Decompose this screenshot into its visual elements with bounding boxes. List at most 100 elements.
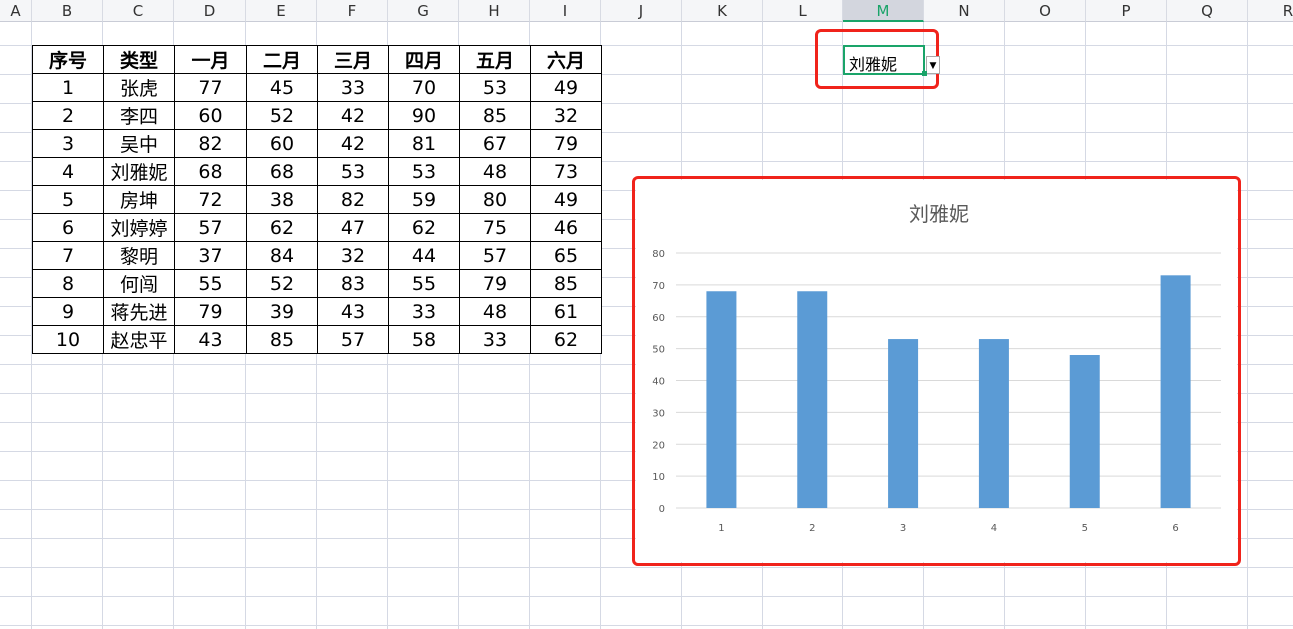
table-cell[interactable]: 82 [174, 129, 247, 158]
table-cell[interactable]: 57 [317, 325, 389, 354]
table-cell[interactable]: 83 [317, 269, 389, 298]
table-cell[interactable]: 47 [317, 213, 389, 242]
column-header-B[interactable]: B [32, 0, 103, 22]
table-cell[interactable]: 33 [459, 325, 531, 354]
table-cell[interactable]: 60 [246, 129, 318, 158]
table-cell[interactable]: 65 [530, 241, 602, 270]
table-cell[interactable]: 42 [317, 129, 389, 158]
table-header[interactable]: 类型 [103, 45, 175, 74]
table-cell[interactable]: 53 [459, 73, 531, 102]
table-cell[interactable]: 58 [388, 325, 460, 354]
table-header[interactable]: 二月 [246, 45, 318, 74]
table-cell[interactable]: 60 [174, 101, 247, 130]
table-cell[interactable]: 37 [174, 241, 247, 270]
table-cell[interactable]: 1 [32, 73, 104, 102]
table-header[interactable]: 五月 [459, 45, 531, 74]
column-header-P[interactable]: P [1086, 0, 1167, 22]
table-cell[interactable]: 59 [388, 185, 460, 214]
column-header-J[interactable]: J [601, 0, 682, 22]
table-cell[interactable]: 10 [32, 325, 104, 354]
table-cell[interactable]: 62 [246, 213, 318, 242]
table-cell[interactable]: 44 [388, 241, 460, 270]
table-cell[interactable]: 85 [246, 325, 318, 354]
table-cell[interactable]: 62 [530, 325, 602, 354]
table-cell[interactable]: 48 [459, 157, 531, 186]
fill-handle[interactable] [922, 71, 927, 76]
table-header[interactable]: 三月 [317, 45, 389, 74]
name-dropdown-cell[interactable]: 刘雅妮 [843, 45, 925, 75]
table-cell[interactable]: 53 [317, 157, 389, 186]
table-cell[interactable]: 75 [459, 213, 531, 242]
table-cell[interactable]: 61 [530, 297, 602, 326]
table-cell[interactable]: 79 [530, 129, 602, 158]
table-header[interactable]: 四月 [388, 45, 460, 74]
table-cell[interactable]: 39 [246, 297, 318, 326]
table-cell[interactable]: 32 [530, 101, 602, 130]
table-cell[interactable]: 赵忠平 [103, 325, 175, 354]
column-header-M[interactable]: M [843, 0, 924, 22]
table-cell[interactable]: 32 [317, 241, 389, 270]
column-header-Q[interactable]: Q [1167, 0, 1248, 22]
table-cell[interactable]: 55 [388, 269, 460, 298]
table-cell[interactable]: 黎明 [103, 241, 175, 270]
table-cell[interactable]: 43 [317, 297, 389, 326]
table-cell[interactable]: 49 [530, 185, 602, 214]
column-header-L[interactable]: L [763, 0, 843, 22]
table-cell[interactable]: 79 [459, 269, 531, 298]
column-header-C[interactable]: C [103, 0, 174, 22]
table-cell[interactable]: 77 [174, 73, 247, 102]
table-cell[interactable]: 何闯 [103, 269, 175, 298]
column-header-R[interactable]: R [1248, 0, 1293, 22]
table-cell[interactable]: 90 [388, 101, 460, 130]
dropdown-arrow-icon[interactable]: ▼ [926, 56, 940, 74]
table-cell[interactable]: 85 [459, 101, 531, 130]
table-cell[interactable]: 62 [388, 213, 460, 242]
table-header[interactable]: 六月 [530, 45, 602, 74]
table-cell[interactable]: 房坤 [103, 185, 175, 214]
table-cell[interactable]: 52 [246, 101, 318, 130]
column-header-O[interactable]: O [1005, 0, 1086, 22]
table-cell[interactable]: 38 [246, 185, 318, 214]
table-cell[interactable]: 5 [32, 185, 104, 214]
table-cell[interactable]: 57 [459, 241, 531, 270]
column-header-D[interactable]: D [174, 0, 246, 22]
table-cell[interactable]: 刘婷婷 [103, 213, 175, 242]
table-cell[interactable]: 46 [530, 213, 602, 242]
table-cell[interactable]: 80 [459, 185, 531, 214]
table-cell[interactable]: 刘雅妮 [103, 157, 175, 186]
table-cell[interactable]: 4 [32, 157, 104, 186]
table-header[interactable]: 序号 [32, 45, 104, 74]
table-cell[interactable]: 42 [317, 101, 389, 130]
table-cell[interactable]: 68 [246, 157, 318, 186]
table-cell[interactable]: 70 [388, 73, 460, 102]
table-cell[interactable]: 52 [246, 269, 318, 298]
table-cell[interactable]: 49 [530, 73, 602, 102]
column-header-H[interactable]: H [459, 0, 530, 22]
table-cell[interactable]: 7 [32, 241, 104, 270]
table-cell[interactable]: 48 [459, 297, 531, 326]
table-cell[interactable]: 81 [388, 129, 460, 158]
bar-chart[interactable]: 刘雅妮 0 10 20 30 40 50 60 70 80 1 2 3 4 5 6 [636, 180, 1237, 562]
table-cell[interactable]: 72 [174, 185, 247, 214]
table-cell[interactable]: 68 [174, 157, 247, 186]
column-header-N[interactable]: N [924, 0, 1005, 22]
table-cell[interactable]: 82 [317, 185, 389, 214]
table-cell[interactable]: 3 [32, 129, 104, 158]
column-header-I[interactable]: I [530, 0, 601, 22]
table-cell[interactable]: 2 [32, 101, 104, 130]
column-header-A[interactable]: A [0, 0, 32, 22]
column-header-E[interactable]: E [246, 0, 317, 22]
table-cell[interactable]: 67 [459, 129, 531, 158]
table-cell[interactable]: 吴中 [103, 129, 175, 158]
table-cell[interactable]: 53 [388, 157, 460, 186]
table-cell[interactable]: 85 [530, 269, 602, 298]
column-header-G[interactable]: G [388, 0, 459, 22]
table-cell[interactable]: 79 [174, 297, 247, 326]
table-cell[interactable]: 45 [246, 73, 318, 102]
table-cell[interactable]: 蒋先进 [103, 297, 175, 326]
table-cell[interactable]: 8 [32, 269, 104, 298]
table-cell[interactable]: 33 [388, 297, 460, 326]
table-cell[interactable]: 43 [174, 325, 247, 354]
table-cell[interactable]: 57 [174, 213, 247, 242]
table-cell[interactable]: 6 [32, 213, 104, 242]
